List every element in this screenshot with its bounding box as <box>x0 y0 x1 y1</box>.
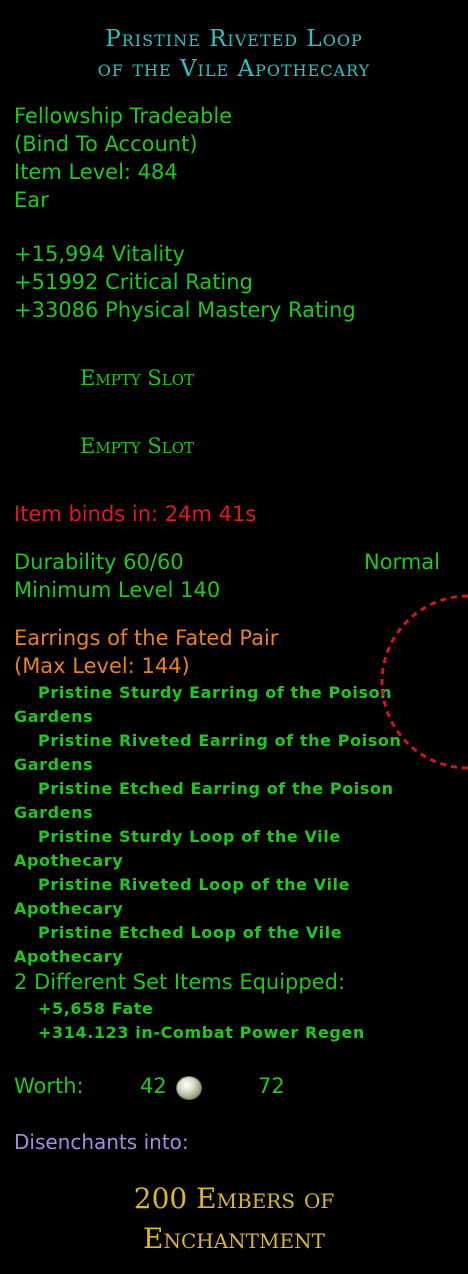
set-item-2-line2: Gardens <box>14 755 94 774</box>
stat-mastery: +33086 Physical Mastery Rating <box>14 298 356 322</box>
set-item-3-line1: Pristine Etched Earring of the Poison <box>38 779 394 798</box>
disenchant-result-line1: 200 Embers of <box>133 1182 335 1215</box>
minimum-level: Minimum Level 140 <box>14 578 221 602</box>
bind-status: (Bind To Account) <box>14 132 198 156</box>
set-bonus-1: +5,658 Fate <box>38 999 154 1018</box>
set-max-level: (Max Level: 144) <box>14 654 190 678</box>
set-item-3-line2: Gardens <box>14 803 94 822</box>
slot-type: Ear <box>14 188 49 212</box>
set-item-4-line2: Apothecary <box>14 851 124 870</box>
set-name: Earrings of the Fated Pair <box>14 626 279 650</box>
item-title-line2: of the Vile Apothecary <box>97 56 371 82</box>
essence-slot-1: Empty Slot <box>80 366 195 390</box>
bind-timer: Item binds in: 24m 41s <box>14 502 257 526</box>
set-bonus-header: 2 Different Set Items Equipped: <box>14 970 346 994</box>
set-item-1-line2: Gardens <box>14 707 94 726</box>
stat-vitality: +15,994 Vitality <box>14 242 185 266</box>
set-item-2-line1: Pristine Riveted Earring of the Poison <box>38 731 402 750</box>
set-item-5-line1: Pristine Riveted Loop of the Vile <box>38 875 351 894</box>
range-indicator-arc <box>380 594 468 770</box>
essence-slot-2: Empty Slot <box>80 434 195 458</box>
item-level: Item Level: 484 <box>14 160 178 184</box>
durability: Durability 60/60 <box>14 550 184 574</box>
worth-silver: 42 <box>140 1074 167 1098</box>
durability-type: Normal <box>364 550 440 574</box>
disenchant-result-line2: Enchantment <box>143 1222 325 1255</box>
set-item-5-line2: Apothecary <box>14 899 124 918</box>
set-item-4-line1: Pristine Sturdy Loop of the Vile <box>38 827 341 846</box>
item-title-line1: Pristine Riveted Loop <box>105 26 363 52</box>
silver-coin-icon <box>176 1076 202 1100</box>
trade-status: Fellowship Tradeable <box>14 104 233 128</box>
worth-copper: 72 <box>258 1074 285 1098</box>
worth-label: Worth: <box>14 1074 84 1098</box>
disenchant-label: Disenchants into: <box>14 1130 189 1154</box>
set-bonus-2: +314.123 in-Combat Power Regen <box>38 1023 365 1042</box>
set-item-6-line2: Apothecary <box>14 947 124 966</box>
set-item-1-line1: Pristine Sturdy Earring of the Poison <box>38 683 393 702</box>
stat-critical: +51992 Critical Rating <box>14 270 253 294</box>
set-item-6-line1: Pristine Etched Loop of the Vile <box>38 923 343 942</box>
